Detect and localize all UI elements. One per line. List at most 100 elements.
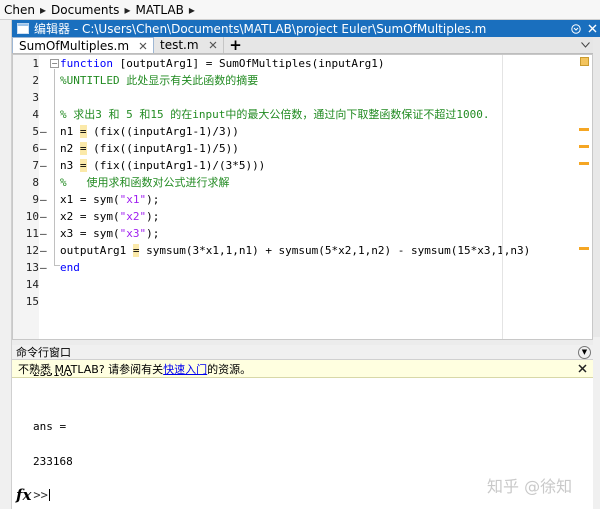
code-line-8: % 使用求和函数对公式进行求解 xyxy=(60,176,230,189)
text-cursor xyxy=(48,489,50,501)
code-text: x3 = sym( xyxy=(60,227,120,240)
editor-title-bar: 编辑器 - C:\Users\Chen\Documents\MATLAB\pro… xyxy=(12,20,600,37)
tab-test[interactable]: test.m xyxy=(154,37,224,53)
line-number: 13 xyxy=(25,261,39,274)
line-number: 15 xyxy=(25,295,39,308)
code-text: ); xyxy=(146,193,160,206)
code-area[interactable]: − function [outputArg1] = SumOfMultiples… xyxy=(49,55,530,339)
close-icon[interactable] xyxy=(207,39,219,51)
code-analyzer-bar[interactable] xyxy=(577,55,591,339)
fold-guide xyxy=(54,69,55,265)
code-line-13: end xyxy=(60,261,80,274)
line-number: 3 xyxy=(32,91,39,104)
line-number: 8 xyxy=(32,176,39,189)
code-text: ); xyxy=(146,210,160,223)
code-text: n3 xyxy=(60,159,80,172)
warning-highlight[interactable]: = xyxy=(79,159,87,172)
right-margin-line xyxy=(502,55,503,339)
line-number: 14 xyxy=(25,278,39,291)
warning-marker[interactable] xyxy=(579,247,589,250)
code-line-9: x1 = sym("x1"); xyxy=(60,191,159,208)
code-line-10: x2 = sym("x2"); xyxy=(60,208,159,225)
warning-marker[interactable] xyxy=(579,128,589,131)
code-text: symsum(3*x1,1,n1) + symsum(5*x2,1,n2) - … xyxy=(139,244,531,257)
output-value: 233168 xyxy=(33,455,73,468)
output-ans-label: ans = xyxy=(33,420,67,433)
tab-label: test.m xyxy=(160,38,199,52)
executable-line-marker[interactable]: — xyxy=(40,123,49,140)
warning-indicator-icon[interactable] xyxy=(580,57,589,66)
warning-highlight[interactable]: = xyxy=(79,142,87,155)
code-line-1: function [outputArg1] = SumOfMultiples(i… xyxy=(60,55,385,72)
code-text: x2 = sym( xyxy=(60,210,120,223)
code-text: (fix((inputArg1-1)/(3*5))) xyxy=(86,159,266,172)
warning-marker[interactable] xyxy=(579,162,589,165)
breadcrumb-item-chen[interactable]: Chen xyxy=(4,3,35,17)
warning-marker[interactable] xyxy=(579,145,589,148)
code-text: [outputArg1] = SumOfMultiples(inputArg1) xyxy=(112,57,385,70)
quick-start-link[interactable]: 快速入门 xyxy=(163,361,207,377)
executable-line-marker[interactable]: — xyxy=(40,225,49,242)
line-number: 7 xyxy=(32,159,39,172)
breadcrumb-item-documents[interactable]: Documents xyxy=(51,3,119,17)
executable-line-marker[interactable]: — xyxy=(40,259,49,276)
minimize-icon[interactable] xyxy=(568,21,584,37)
keyword-function: function xyxy=(60,57,113,70)
string-literal: "x3" xyxy=(119,227,147,240)
line-number: 11 xyxy=(25,227,39,240)
add-tab-button[interactable]: + xyxy=(224,36,248,54)
function-browser-icon[interactable]: fx xyxy=(16,486,31,504)
chevron-right-icon: ▸ xyxy=(39,2,47,17)
command-window-title: 命令行窗口 xyxy=(16,346,71,359)
code-text: n2 xyxy=(60,142,80,155)
tab-label: SumOfMultiples.m xyxy=(19,38,130,53)
executable-line-marker[interactable]: — xyxy=(40,157,49,174)
notice-text-suffix: 的资源。 xyxy=(207,362,252,376)
code-text: outputArg1 xyxy=(60,244,133,257)
fold-toggle-icon[interactable]: − xyxy=(50,59,59,68)
chevron-down-icon[interactable]: ▼ xyxy=(578,345,591,359)
output-text: 233168 xyxy=(33,373,73,379)
close-icon[interactable] xyxy=(137,40,149,52)
output-line-partial: 233168 xyxy=(33,373,73,380)
executable-line-marker[interactable]: — xyxy=(40,208,49,225)
line-number: 1 xyxy=(32,57,39,70)
breadcrumb: Chen ▸ Documents ▸ MATLAB ▸ xyxy=(0,0,600,20)
tab-sumofmultiples[interactable]: SumOfMultiples.m xyxy=(12,37,155,53)
editor-tab-bar: SumOfMultiples.m test.m + xyxy=(12,36,593,54)
getting-started-notice: 不熟悉 MATLAB? 请参阅有关 快速入门 的资源。 xyxy=(12,360,593,378)
watermark: 知乎 @徐知 xyxy=(487,477,573,496)
line-number: 9 xyxy=(32,193,39,206)
code-text: ); xyxy=(146,227,160,240)
warning-highlight[interactable]: = xyxy=(79,125,87,138)
string-literal: "x1" xyxy=(119,193,147,206)
close-icon[interactable] xyxy=(584,21,600,37)
executable-line-marker[interactable]: — xyxy=(40,191,49,208)
right-panel-strip xyxy=(593,37,600,337)
line-number: 5 xyxy=(32,125,39,138)
command-window-header: 命令行窗口 ▼ xyxy=(12,345,593,359)
string-literal: "x2" xyxy=(119,210,147,223)
code-line-5: n1 = (fix((inputArg1-1)/3)) xyxy=(60,123,239,140)
command-prompt[interactable]: fx >> xyxy=(16,486,50,504)
chevron-right-icon: ▸ xyxy=(188,2,195,17)
line-number: 12 xyxy=(25,244,39,257)
line-number-gutter: 1 2 3 4 5 6 7 8 9 10 11 12 13 14 15 xyxy=(13,55,39,339)
breadcrumb-item-matlab[interactable]: MATLAB xyxy=(135,3,183,17)
line-number: 6 xyxy=(32,142,39,155)
editor-window-icon xyxy=(16,23,30,35)
code-editor[interactable]: 1 2 3 4 5 6 7 8 9 10 11 12 13 14 15 — — … xyxy=(12,54,593,340)
code-line-12: outputArg1 = symsum(3*x1,1,n1) + symsum(… xyxy=(60,242,530,259)
chevron-right-icon: ▸ xyxy=(124,2,131,17)
prompt-symbol: >> xyxy=(33,488,48,502)
code-line-4: % 求出3 和 5 和15 的在input中的最大公倍数，通过向下取整函数保证不… xyxy=(60,108,490,121)
close-icon[interactable] xyxy=(575,362,589,376)
executable-line-marker[interactable]: — xyxy=(40,140,49,157)
line-number: 2 xyxy=(32,74,39,87)
chevron-down-icon[interactable] xyxy=(577,37,593,53)
executable-line-marker[interactable]: — xyxy=(40,242,49,259)
line-number: 10 xyxy=(25,210,39,223)
code-text: n1 xyxy=(60,125,80,138)
line-number: 4 xyxy=(32,108,39,121)
code-line-6: n2 = (fix((inputArg1-1)/5)) xyxy=(60,140,239,157)
